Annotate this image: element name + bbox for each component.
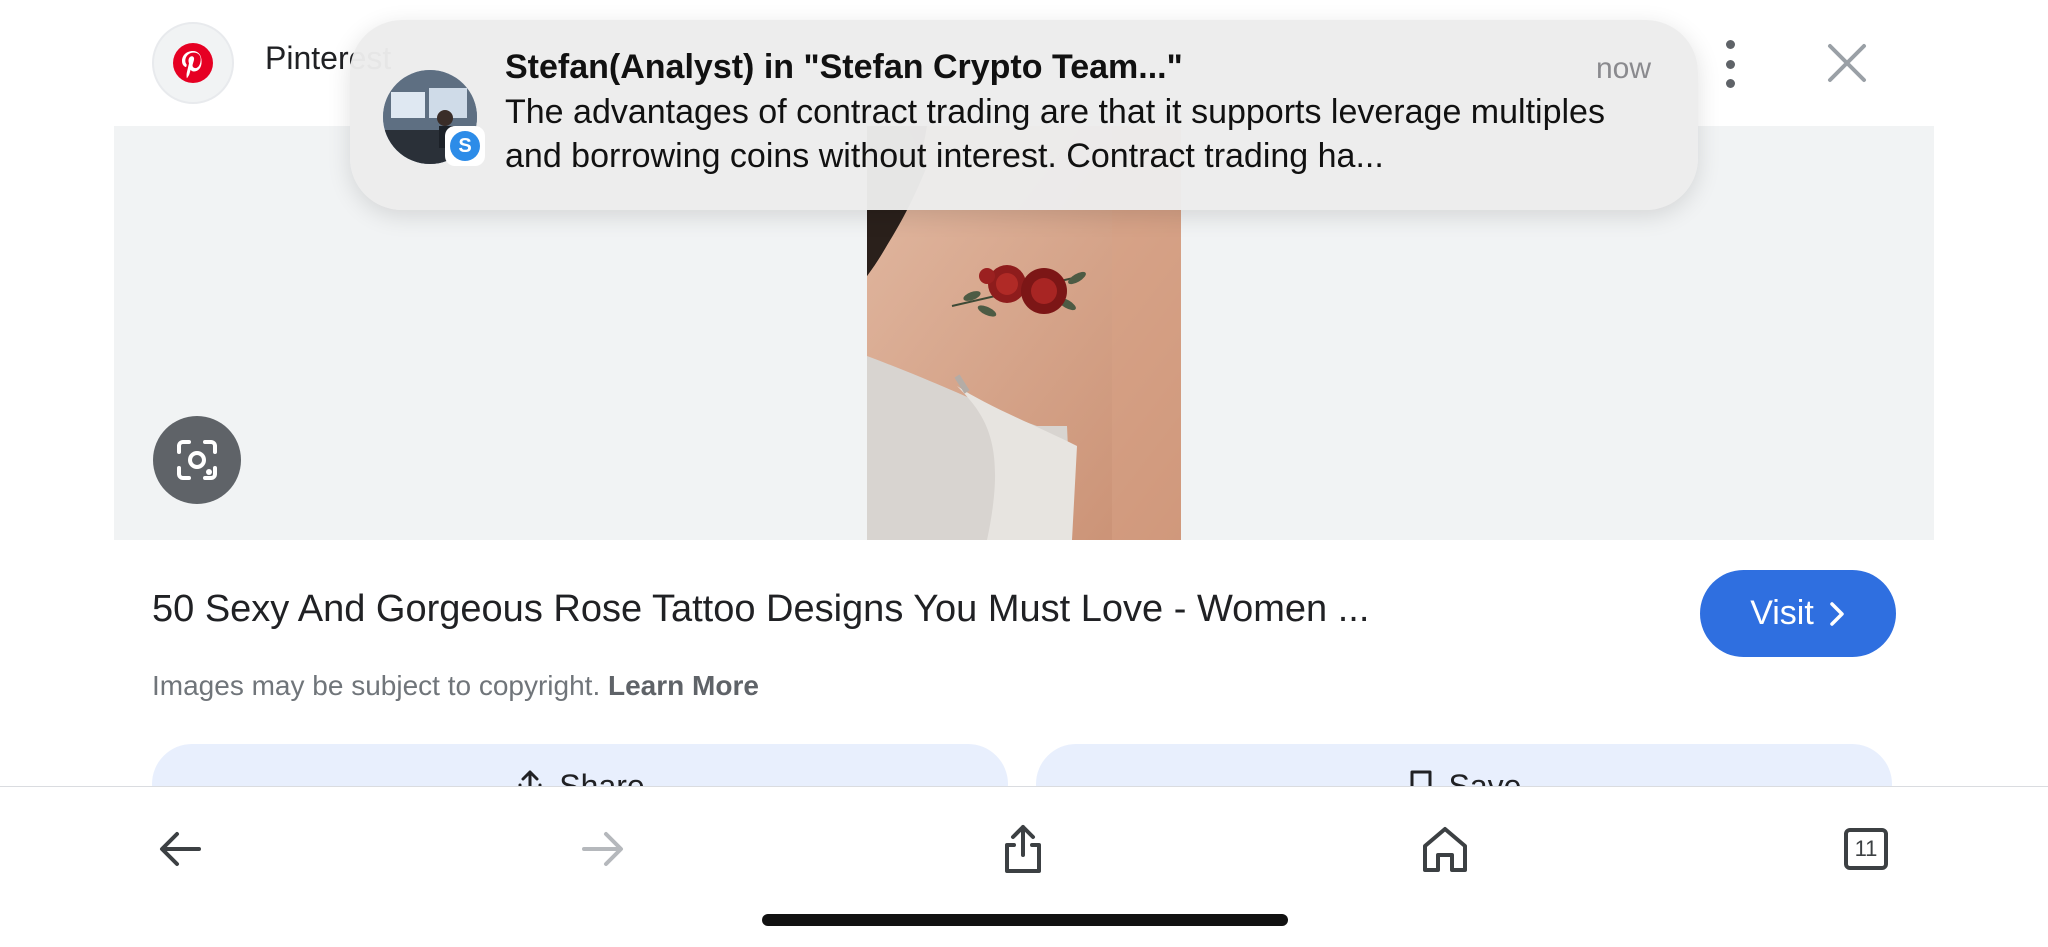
tabs-count: 11: [1844, 828, 1888, 870]
skype-icon: S: [450, 131, 480, 161]
arrow-left-icon: [160, 832, 201, 866]
more-dot-icon: [1725, 59, 1735, 69]
more-options-button[interactable]: [1710, 40, 1750, 88]
copyright-notice: Images may be subject to copyright. Lear…: [152, 670, 759, 702]
home-button[interactable]: [1413, 817, 1477, 881]
home-icon: [1423, 827, 1467, 872]
site-logo[interactable]: [152, 22, 234, 104]
result-title[interactable]: 50 Sexy And Gorgeous Rose Tattoo Designs…: [152, 588, 1369, 631]
notification-title: Stefan(Analyst) in "Stefan Crypto Team..…: [505, 48, 1183, 86]
home-indicator[interactable]: [762, 914, 1288, 926]
arrow-right-icon: [582, 832, 623, 866]
more-dot-icon: [1725, 40, 1735, 49]
notification-time: now: [1596, 52, 1652, 85]
forward-button[interactable]: [571, 817, 635, 881]
pinterest-logo-icon: [173, 43, 213, 83]
back-button[interactable]: [148, 817, 212, 881]
close-button[interactable]: [1822, 38, 1872, 88]
copyright-text: Images may be subject to copyright.: [152, 670, 601, 701]
share-icon: [1005, 825, 1041, 873]
close-icon: [1828, 44, 1866, 82]
notification-body: The advantages of contract trading are t…: [505, 93, 1605, 175]
learn-more-link[interactable]: Learn More: [608, 670, 759, 701]
visit-button[interactable]: Visit: [1700, 570, 1896, 657]
visit-label: Visit: [1750, 594, 1814, 632]
lens-camera-icon: [177, 440, 217, 480]
tabs-button[interactable]: 11: [1834, 817, 1898, 881]
notification-banner[interactable]: S Stefan(Analyst) in "Stefan Crypto Team…: [350, 20, 1698, 210]
more-dot-icon: [1725, 79, 1735, 88]
chevron-right-icon: [1830, 601, 1844, 626]
visual-search-button[interactable]: [153, 416, 241, 504]
share-page-button[interactable]: [991, 817, 1055, 881]
app-badge: S: [445, 126, 485, 166]
